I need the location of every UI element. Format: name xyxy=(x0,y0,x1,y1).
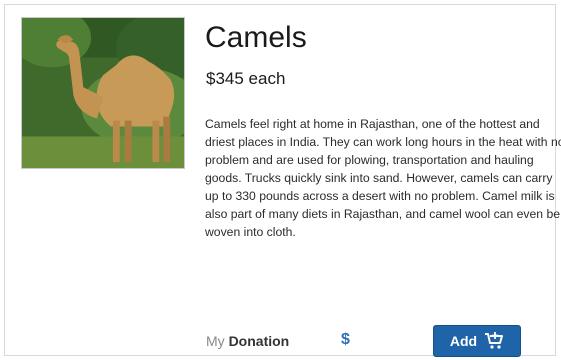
donation-amount-field[interactable]: $ xyxy=(341,331,350,349)
camel-image xyxy=(22,18,184,168)
add-to-cart-button[interactable]: Add xyxy=(433,325,521,357)
currency-symbol: $ xyxy=(341,331,350,348)
donation-label: My Donation xyxy=(206,333,289,349)
product-description: Camels feel right at home in Rajasthan, … xyxy=(205,117,561,239)
donation-label-text: Donation xyxy=(228,333,290,349)
product-price: $345 each xyxy=(206,69,286,88)
camel-photo xyxy=(21,17,185,169)
add-button-label: Add xyxy=(449,333,478,349)
product-title: Camels xyxy=(205,21,307,54)
donation-prefix: My xyxy=(206,333,225,349)
product-card: Camels $345 each Camels feel right at ho… xyxy=(4,4,561,357)
cart-icon xyxy=(484,332,504,350)
